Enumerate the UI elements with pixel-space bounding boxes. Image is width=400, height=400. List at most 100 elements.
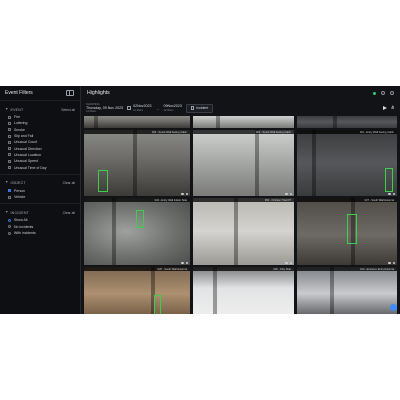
checkbox[interactable] <box>8 153 11 157</box>
filter-label: Vehicle <box>14 195 26 200</box>
filter-label: Unusual Speed <box>14 159 38 164</box>
notifications-icon[interactable] <box>381 91 385 95</box>
share-icon[interactable]: ⋔ <box>391 105 395 111</box>
camera-label: 026 - Kitty Side <box>273 267 291 271</box>
end-time: 12:00am <box>163 108 174 112</box>
tile-actions <box>285 192 292 195</box>
more-icon[interactable] <box>185 261 188 264</box>
filter-label: Smoke <box>14 127 25 132</box>
info-icon[interactable] <box>388 192 391 195</box>
more-icon[interactable] <box>185 192 188 195</box>
checkbox[interactable] <box>8 189 11 193</box>
camera-tile[interactable]: 002 - Chicken Triad 07 <box>193 198 294 265</box>
camera-tile[interactable] <box>84 116 190 128</box>
camera-tile[interactable] <box>193 116 294 128</box>
camera-label: 011 - Entry Wall Facing Cabin <box>359 130 394 134</box>
camera-tile[interactable]: 027 - South Wall External <box>297 198 397 265</box>
start-date-picker[interactable]: 02Nov2023 12:00am <box>127 104 151 112</box>
more-icon[interactable] <box>289 192 292 195</box>
incident-section-header[interactable]: ▼ INCIDENT Clear all <box>5 208 75 217</box>
radio-button[interactable] <box>8 225 11 229</box>
scene-structure <box>234 198 238 265</box>
info-icon[interactable] <box>285 192 288 195</box>
filter-label: Person <box>14 188 26 193</box>
account-icon[interactable] <box>390 91 394 95</box>
object-section-header[interactable]: ▼ OBJECT Clear all <box>5 179 75 188</box>
scene-structure <box>330 267 334 314</box>
radio-button[interactable] <box>8 218 11 222</box>
online-status-icon <box>373 91 376 95</box>
checkbox[interactable] <box>8 166 11 170</box>
scene-structure <box>112 198 116 265</box>
checkbox[interactable] <box>8 159 11 163</box>
info-icon[interactable] <box>285 261 288 264</box>
scene-structure <box>333 116 337 128</box>
scene-structure <box>312 130 316 196</box>
showing-range: SHOWING Thursday, 09 Nov 2023 12:00am <box>86 102 123 114</box>
tile-header: 026 - Kitty Side <box>193 267 294 271</box>
play-icon[interactable] <box>382 106 387 110</box>
filter-label: Show All <box>14 218 28 223</box>
incident-clear-all-link[interactable]: Clear all <box>63 211 75 215</box>
scene-structure <box>133 130 137 196</box>
scene-structure <box>213 267 217 314</box>
camera-tile[interactable]: 003 - South Wall Facing Cabin <box>84 130 190 196</box>
checkbox[interactable] <box>8 140 11 144</box>
radio-button[interactable] <box>8 231 11 235</box>
camera-grid: 003 - South Wall Facing Cabin 002 - South… <box>84 116 397 314</box>
more-icon[interactable] <box>392 192 395 195</box>
event-section-label: EVENT <box>10 107 24 112</box>
filter-label: No incidents <box>14 224 34 229</box>
end-date-picker[interactable]: 09Nov2023 12:00am <box>163 104 181 111</box>
caret-down-icon[interactable]: ▼ <box>5 181 8 185</box>
person-detection-box <box>98 170 108 192</box>
filter-label: Unusual Direction <box>14 146 42 151</box>
more-icon[interactable] <box>392 261 395 264</box>
object-filter-vehicle[interactable]: Vehicle <box>5 194 75 200</box>
event-section-header[interactable]: ▼ EVENT Select all <box>5 105 75 114</box>
info-icon[interactable] <box>181 192 184 195</box>
person-detection-box <box>347 214 357 244</box>
camera-label: 020 - South Wall External <box>157 267 187 271</box>
scene-structure <box>216 116 220 128</box>
tile-header: 027 - South Wall External <box>297 198 397 202</box>
caret-down-icon[interactable]: ▼ <box>5 210 8 215</box>
checkbox[interactable] <box>8 128 11 132</box>
object-section: ▼ OBJECT Clear all Person Vehicle <box>0 179 80 201</box>
caret-down-icon[interactable]: ▼ <box>5 107 8 112</box>
info-icon[interactable] <box>181 261 184 264</box>
incident-section-label: INCIDENT <box>10 210 30 215</box>
object-clear-all-link[interactable]: Clear all <box>63 181 75 185</box>
event-filter-unusual-time-of-day[interactable]: Unusual Time of Day <box>5 164 75 170</box>
checkbox[interactable] <box>8 134 11 138</box>
grid-icon <box>190 106 195 110</box>
info-icon[interactable] <box>388 261 391 264</box>
checkbox[interactable] <box>8 121 11 125</box>
camera-tile[interactable]: 011 - Entry Wall Facing Cabin <box>297 130 397 196</box>
camera-tile[interactable] <box>297 116 397 128</box>
page-title: Highlights <box>87 90 110 96</box>
sidebar-title: Event Filters <box>5 90 33 96</box>
checkbox[interactable] <box>8 147 11 151</box>
collapse-sidebar-icon[interactable] <box>66 90 74 96</box>
more-icon[interactable] <box>289 261 292 264</box>
camera-label: 002 - Chicken Triad 07 <box>264 198 291 202</box>
incident-button[interactable]: Incident <box>185 103 214 113</box>
help-chat-icon[interactable] <box>390 304 397 311</box>
camera-tile[interactable]: 024 - Entry Wall Indoor Side <box>84 198 190 265</box>
camera-tile[interactable]: 020 - South Wall External <box>84 267 190 314</box>
filter-label: With incidents <box>14 231 36 235</box>
calendar-icon <box>127 105 132 110</box>
event-filters-sidebar: Event Filters ▼ EVENT Select all Fire Loit… <box>0 86 81 314</box>
tile-header: 011 - Entry Wall Facing Cabin <box>297 130 397 134</box>
checkbox[interactable] <box>8 115 11 119</box>
camera-label: 002 - South Wall Facing Cabin <box>255 130 291 134</box>
camera-tile[interactable]: 002 - South Wall Facing Cabin <box>193 130 294 196</box>
event-select-all-link[interactable]: Select all <box>61 108 75 112</box>
camera-tile[interactable]: 010 - Entrance Entry External <box>297 267 397 314</box>
camera-tile[interactable]: 026 - Kitty Side <box>193 267 294 314</box>
top-bar: Highlights <box>81 86 400 100</box>
tile-header: 003 - South Wall Facing Cabin <box>84 130 190 134</box>
checkbox[interactable] <box>8 195 11 199</box>
incident-filter-with-incidents[interactable]: With incidents <box>5 230 75 236</box>
